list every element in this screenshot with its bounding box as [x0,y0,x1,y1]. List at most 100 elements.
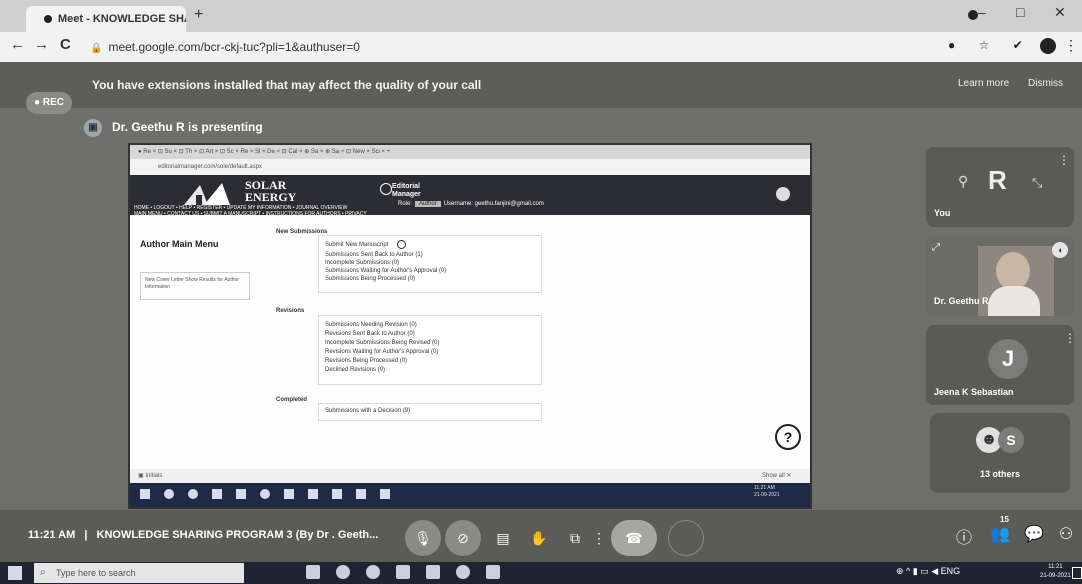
more-options-icon[interactable]: ⋮ [1064,331,1076,345]
waiting-approval-link[interactable]: Submissions Waiting for Author's Approva… [325,268,446,276]
speaker-face [996,252,1030,290]
shared-taskview-icon [212,489,222,499]
captions-button[interactable]: ▤ [485,520,521,556]
close-window-button[interactable]: ✕ [1054,4,1066,21]
meeting-info-button[interactable]: ⓘ [952,524,976,548]
side-info-box: New Cover Letter Show Results for Author… [140,272,250,300]
search-icon: ⌕ [40,567,46,578]
system-tray[interactable]: ⊕ ^ ▮ ▭ ◀ ENG [896,566,960,577]
journal-title: SOLAR ENERGY [245,178,297,204]
end-call-button[interactable]: ☎ [611,520,657,556]
avatar: R [988,165,1007,195]
forward-button[interactable]: → [34,36,49,53]
revisions-panel: Submissions Needing Revision (0) Revisio… [318,315,542,385]
avatar-icon[interactable] [1040,38,1056,54]
submit-new-manuscript-link[interactable]: Submit New Manuscript [325,242,388,250]
avatar: S [998,427,1024,453]
help-circle-icon[interactable] [776,187,790,201]
shared-explorer-icon [236,489,246,499]
camera-toggle-button[interactable]: ⊘ [445,520,481,556]
others-count: 13 others [980,469,1021,479]
windows-start-icon[interactable] [8,566,22,580]
incomplete-link[interactable]: Incomplete Submissions (0) [325,260,399,268]
decision-link[interactable]: Submissions with a Decision (9) [325,408,410,416]
present-screen-icon: ▣ [84,118,102,137]
photos-icon[interactable] [486,565,500,579]
sent-back-link[interactable]: Submissions Sent Back to Author (1) [325,252,423,260]
shared-cortana-icon [188,489,198,499]
shared-search-icon [164,489,174,499]
help-question-icon[interactable]: ? [775,424,801,450]
shared-browser-tabs: ● Re × ⊡ Su × ⊡ Th × ⊡ Art × ⊡ Sc × Re ×… [130,145,810,159]
minimize-tile-icon[interactable]: ⤡ [1032,175,1042,191]
editorial-manager-logo: Editorial Manager [392,183,421,198]
completed-heading: Completed [276,397,308,403]
revision-link-3[interactable]: Incomplete Submissions Being Revised (0) [325,340,439,348]
shared-taskbar [130,483,810,507]
revisions-heading: Revisions [276,308,305,314]
participant-tile-dr-geethu[interactable]: Dr. Geethu R ◖ ⤢ [926,236,1074,316]
editorial-nav-links[interactable]: HOME • LOGOUT • HELP • REGISTER • UPDATE… [134,205,367,217]
download-item[interactable]: ▣ Initials [138,473,162,479]
reload-button[interactable]: C [60,36,71,53]
search-placeholder: Type here to search [56,568,136,578]
pin-icon[interactable]: ⚲ [958,173,968,190]
back-button[interactable]: ← [10,36,25,53]
extension-warning-text: You have extensions installed that may a… [92,78,482,92]
revision-link-6[interactable]: Declined Revisions (0) [325,367,385,375]
edge-icon[interactable] [336,565,350,579]
extension-warning-bar: You have extensions installed that may a… [0,62,1082,108]
learn-more-link[interactable]: Learn more [958,78,1009,89]
task-view-icon[interactable] [306,565,320,579]
store-icon[interactable] [426,565,440,579]
shared-start-icon [140,489,150,499]
tab-title: Meet - KNOWLEDGE SHA... [58,13,186,25]
speaking-indicator-icon: ◖ [1052,242,1068,258]
show-all-downloads[interactable]: Show all ✕ [762,469,791,483]
dismiss-button[interactable]: Dismiss [1028,78,1063,89]
file-explorer-icon[interactable] [396,565,410,579]
shared-app-icon [356,489,366,499]
shared-store-icon [284,489,294,499]
participant-name: Jeena K Sebastian [934,387,1014,397]
people-button[interactable]: 👥 [988,524,1012,544]
being-processed-link[interactable]: Submissions Being Processed (0) [325,276,415,284]
presenting-text: Dr. Geethu R is presenting [112,120,263,134]
participant-name: Dr. Geethu R [934,296,989,306]
url-input[interactable]: 🔒 meet.google.com/bcr-ckj-tuc?pli=1&authu… [90,36,920,58]
role-selector[interactable]: Role: Author Username: geethu.fanjini@gmai… [398,201,544,207]
more-options-icon[interactable]: ⋮ [1058,153,1070,167]
new-tab-button[interactable]: + [194,6,203,24]
expand-icon[interactable]: ⤢ [932,242,940,253]
participant-tile-jeena[interactable]: J Jeena K Sebastian ⋮ [926,325,1076,405]
cursor-ring-icon [668,520,704,556]
cursor-circle-icon [397,240,406,249]
shared-app2-icon [380,489,390,499]
participant-tile-others[interactable]: ☻ S 13 others [930,413,1070,493]
lock-icon: 🔒 [90,43,103,54]
notification-icon[interactable] [1072,567,1082,579]
kebab-menu-icon[interactable]: ⋮ [1064,37,1078,54]
presenting-banner: ▣ Dr. Geethu R is presenting [84,112,1082,142]
revision-link-2[interactable]: Revisions Sent Back to Author (0) [325,331,415,339]
activities-button[interactable]: ⚇ [1054,524,1078,544]
people-count-badge: 15 [1000,515,1009,524]
chrome-profile-icon[interactable] [456,565,470,579]
revision-link-4[interactable]: Revisions Waiting for Author's Approval … [325,349,438,357]
url-text: meet.google.com/bcr-ckj-tuc?pli=1&authus… [108,40,360,54]
shared-url-bar: editorialmanager.com/sole/default.aspx [130,159,810,175]
taskbar-search-input[interactable]: ⌕ Type here to search [34,563,244,583]
participant-tile-you[interactable]: You R ⚲ ⤡ ⋮ [926,147,1074,227]
shared-screen: ● Re × ⊡ Su × ⊡ Th × ⊡ Art × ⊡ Sc × Re ×… [130,145,810,507]
maximize-button[interactable]: □ [1016,4,1024,20]
meeting-details: 11:21 AM | KNOWLEDGE SHARING PROGRAM 3 (… [28,529,379,541]
browser-tab-meet[interactable]: Meet - KNOWLEDGE SHA... [26,6,186,32]
shared-mail-icon [308,489,318,499]
chrome-icon[interactable] [366,565,380,579]
revision-link-5[interactable]: Revisions Being Processed (0) [325,358,407,366]
mic-toggle-button[interactable]: 🎙 [405,520,441,556]
revision-link-1[interactable]: Submissions Needing Revision (0) [325,322,417,330]
raise-hand-button[interactable]: ✋ [521,520,557,556]
chat-button[interactable]: 💬 [1022,524,1046,544]
minimize-button[interactable]: – [978,4,986,20]
